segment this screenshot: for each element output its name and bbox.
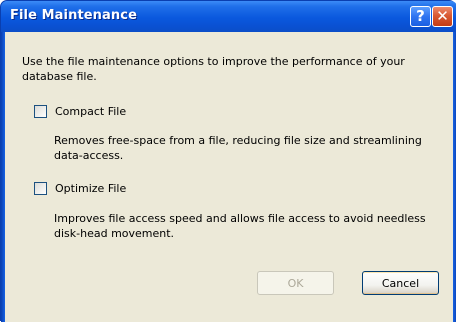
dialog-body: Use the file maintenance options to impr… xyxy=(5,32,453,322)
help-button[interactable]: ? xyxy=(410,6,431,27)
optimize-file-checkbox[interactable] xyxy=(34,182,47,195)
dialog-window: File Maintenance ? ✕ Use the file mainte… xyxy=(0,0,456,322)
compact-file-description: Removes free-space from a file, reducing… xyxy=(54,134,422,162)
ok-button[interactable]: OK xyxy=(257,271,334,295)
compact-file-label[interactable]: Compact File xyxy=(55,105,126,118)
intro-text: Use the file maintenance options to impr… xyxy=(22,55,405,83)
optimize-file-description: Improves file access speed and allows fi… xyxy=(54,212,426,240)
compact-file-option[interactable]: Compact File xyxy=(34,105,126,118)
optimize-file-label[interactable]: Optimize File xyxy=(55,182,126,195)
help-icon: ? xyxy=(416,7,425,25)
compact-file-checkbox[interactable] xyxy=(34,105,47,118)
window-title: File Maintenance xyxy=(10,8,137,23)
close-icon: ✕ xyxy=(436,7,449,25)
close-button[interactable]: ✕ xyxy=(432,6,453,27)
title-bar[interactable]: File Maintenance ? ✕ xyxy=(1,1,456,32)
optimize-file-option[interactable]: Optimize File xyxy=(34,182,126,195)
cancel-button[interactable]: Cancel xyxy=(362,271,439,295)
